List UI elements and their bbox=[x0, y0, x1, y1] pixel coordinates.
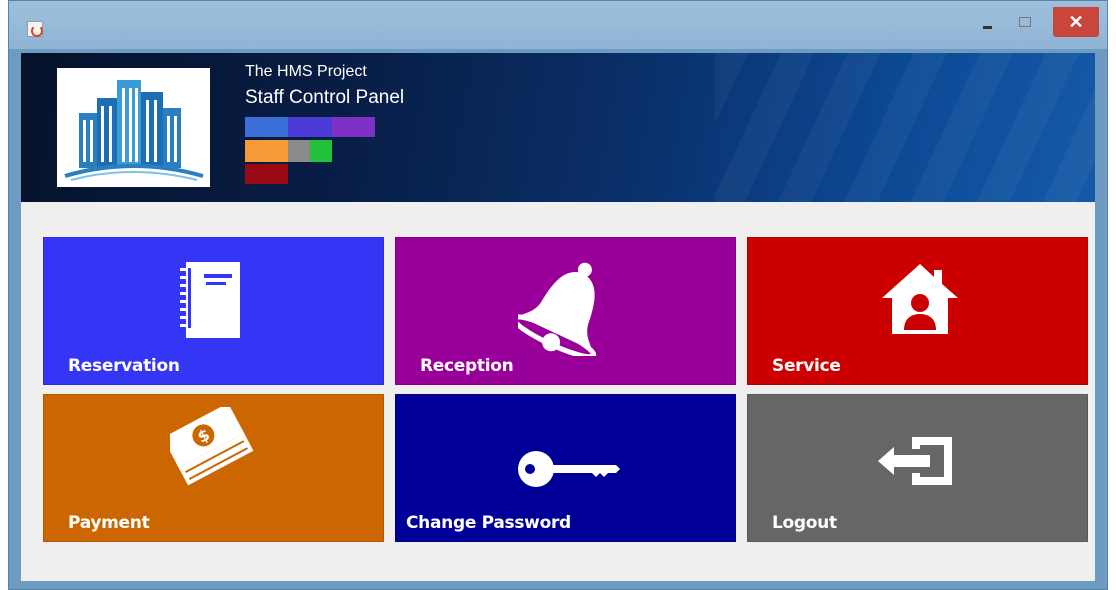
color-swatch-green bbox=[310, 140, 332, 162]
minimize-icon bbox=[982, 25, 992, 29]
home-user-icon bbox=[880, 260, 960, 341]
close-button[interactable]: ✕ bbox=[1053, 7, 1099, 37]
payment-tile[interactable]: $ Payment bbox=[43, 394, 384, 542]
service-tile[interactable]: Service bbox=[747, 237, 1088, 385]
reservation-tile[interactable]: Reservation bbox=[43, 237, 384, 385]
change-password-tile[interactable]: Change Password bbox=[395, 394, 736, 542]
panel-title: Staff Control Panel bbox=[245, 87, 405, 108]
tile-label: Logout bbox=[772, 513, 837, 533]
color-swatch-red bbox=[245, 164, 288, 184]
color-swatch-indigo bbox=[288, 117, 332, 137]
minimize-button[interactable] bbox=[979, 7, 995, 37]
application-window: ✕ The HMS Project Staff Control Panel Re… bbox=[8, 0, 1108, 590]
tile-label: Reception bbox=[420, 356, 514, 376]
color-swatch-orange bbox=[245, 140, 288, 162]
color-swatch-gray bbox=[288, 140, 310, 162]
money-icon: $ bbox=[162, 403, 262, 512]
tile-label: Change Password bbox=[406, 513, 571, 533]
tile-label: Service bbox=[772, 356, 841, 376]
color-swatch-purple bbox=[332, 117, 375, 137]
tile-label: Payment bbox=[68, 513, 150, 533]
logout-icon bbox=[876, 435, 956, 492]
java-cup-icon[interactable] bbox=[27, 21, 43, 37]
maximize-button[interactable] bbox=[1017, 7, 1033, 37]
logout-tile[interactable]: Logout bbox=[747, 394, 1088, 542]
app-name: The HMS Project bbox=[245, 63, 367, 80]
buildings-logo-icon bbox=[57, 68, 210, 187]
bell-icon bbox=[511, 256, 618, 361]
tile-label: Reservation bbox=[68, 356, 180, 376]
key-icon bbox=[516, 449, 620, 494]
tile-grid: Reservation Reception Service $ Payment … bbox=[21, 202, 1095, 581]
header-banner: The HMS Project Staff Control Panel bbox=[21, 53, 1095, 202]
reception-tile[interactable]: Reception bbox=[395, 237, 736, 385]
title-bar: ✕ bbox=[9, 1, 1107, 49]
maximize-icon bbox=[1019, 17, 1031, 27]
notebook-icon bbox=[178, 260, 250, 347]
color-swatch-blue bbox=[245, 117, 288, 137]
close-icon: ✕ bbox=[1068, 12, 1084, 32]
